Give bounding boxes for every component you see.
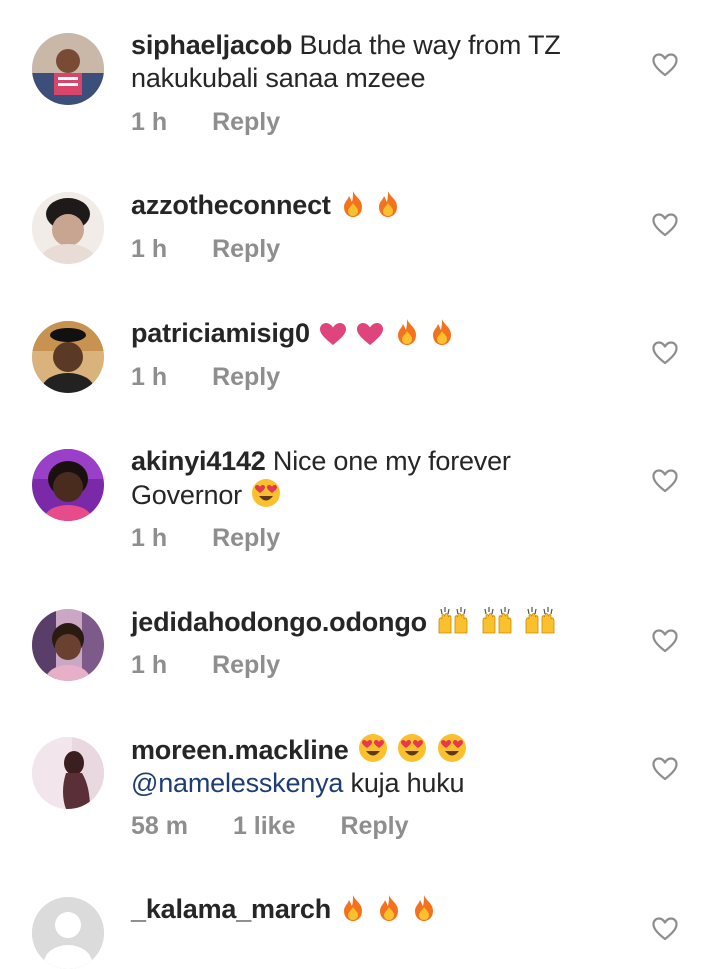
comment-meta: 1 h Reply <box>131 108 280 137</box>
comment-text: jedidahodongo.odongo <box>131 605 601 639</box>
comment-username[interactable]: moreen.mackline <box>131 735 349 765</box>
like-heart-icon[interactable] <box>652 341 678 365</box>
fire-icon <box>394 318 420 346</box>
comment-meta: 1 h Reply <box>131 363 280 392</box>
avatar[interactable] <box>32 737 104 809</box>
reply-button[interactable]: Reply <box>212 524 280 553</box>
heart-eyes-icon <box>397 733 427 763</box>
avatar[interactable] <box>32 192 104 264</box>
fire-icon <box>411 894 437 922</box>
heart-eyes-icon <box>437 733 467 763</box>
mention-link[interactable]: @namelesskenya <box>131 768 343 798</box>
avatar[interactable] <box>32 449 104 521</box>
like-heart-icon[interactable] <box>652 213 678 237</box>
reply-button[interactable]: Reply <box>212 235 280 264</box>
avatar[interactable] <box>32 321 104 393</box>
fire-icon <box>375 190 401 218</box>
fire-icon <box>340 894 366 922</box>
reply-button[interactable]: Reply <box>212 108 280 137</box>
like-heart-icon[interactable] <box>652 757 678 781</box>
comment-username[interactable]: jedidahodongo.odongo <box>131 607 427 637</box>
avatar[interactable] <box>32 33 104 105</box>
raised-hands-icon <box>436 605 470 635</box>
comment-time: 1 h <box>131 651 168 679</box>
comment-text: patriciamisig0 <box>131 317 601 350</box>
comment-text: _kalama_march <box>131 893 601 926</box>
reply-button[interactable]: Reply <box>212 363 280 392</box>
likes-count[interactable]: 1 like <box>233 812 296 841</box>
fire-icon <box>340 190 366 218</box>
reply-button[interactable]: Reply <box>340 812 408 841</box>
pink-heart-icon <box>356 322 384 346</box>
comment-meta: 1 h Reply <box>131 651 280 680</box>
heart-eyes-icon <box>251 478 281 508</box>
comment-text: akinyi4142 Nice one my forever Governor <box>131 445 601 512</box>
comment-time: 1 h <box>131 524 168 552</box>
comment-time: 1 h <box>131 363 168 391</box>
comment-username[interactable]: akinyi4142 <box>131 446 266 476</box>
like-heart-icon[interactable] <box>652 917 678 941</box>
comment-text: moreen.mackline @namelesskenya kuja huku <box>131 733 601 800</box>
comment-username[interactable]: azzotheconnect <box>131 190 331 220</box>
comment-meta: 58 m 1 like Reply <box>131 812 409 841</box>
avatar[interactable] <box>32 609 104 681</box>
raised-hands-icon <box>523 605 557 635</box>
raised-hands-icon <box>480 605 514 635</box>
like-heart-icon[interactable] <box>652 469 678 493</box>
comment-time: 1 h <box>131 235 168 263</box>
comment-time: 1 h <box>131 108 168 136</box>
like-heart-icon[interactable] <box>652 53 678 77</box>
comment-meta: 1 h Reply <box>131 524 280 553</box>
comment-username[interactable]: siphaeljacob <box>131 30 292 60</box>
avatar[interactable] <box>32 897 104 969</box>
comment-body: kuja huku <box>350 768 465 798</box>
like-heart-icon[interactable] <box>652 629 678 653</box>
comment-time: 58 m <box>131 812 188 840</box>
pink-heart-icon <box>319 322 347 346</box>
comment-text: siphaeljacob Buda the way from TZ nakuku… <box>131 29 601 95</box>
heart-eyes-icon <box>358 733 388 763</box>
fire-icon <box>429 318 455 346</box>
fire-icon <box>376 894 402 922</box>
comment-meta: 1 h Reply <box>131 235 280 264</box>
comment-username[interactable]: patriciamisig0 <box>131 318 310 348</box>
comment-text: azzotheconnect <box>131 189 601 222</box>
comment-username[interactable]: _kalama_march <box>131 894 331 924</box>
reply-button[interactable]: Reply <box>212 651 280 680</box>
